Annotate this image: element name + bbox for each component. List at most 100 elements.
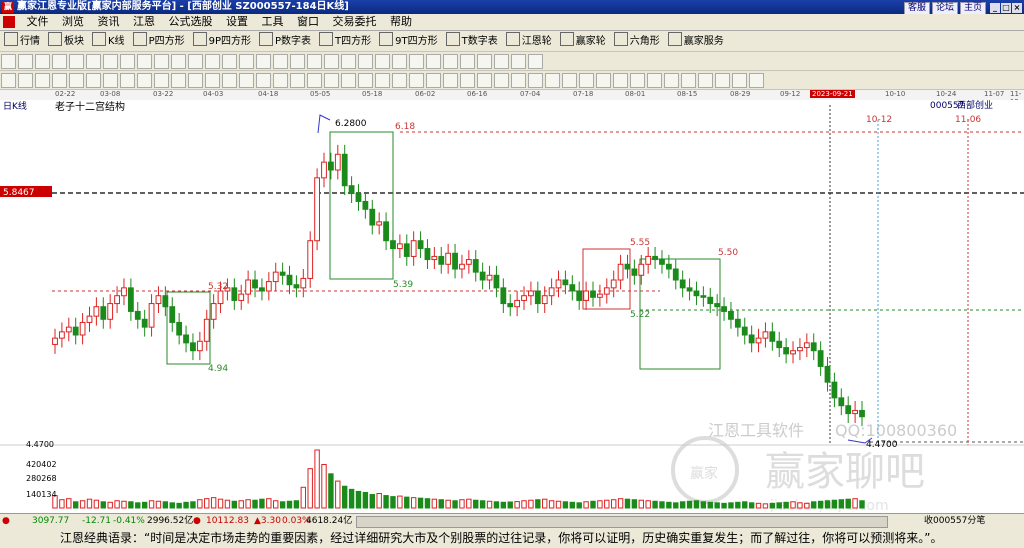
tool-icon[interactable]	[562, 73, 577, 88]
menu-help[interactable]: 帮助	[385, 14, 417, 30]
tool-icon[interactable]	[154, 73, 169, 88]
kline-chart[interactable]: 赢家赢家聊吧江恩工具软件QQ:100800360jiaoba.yinjie.co…	[0, 100, 1024, 512]
tool-icon[interactable]	[732, 73, 747, 88]
tool-icon[interactable]	[35, 54, 50, 69]
tool-icon[interactable]	[52, 54, 67, 69]
menu-trade[interactable]: 交易委托	[328, 14, 382, 30]
tool-icon[interactable]	[341, 73, 356, 88]
tool-icon[interactable]	[137, 54, 152, 69]
toolbar-btn-0[interactable]: 行情	[0, 32, 44, 52]
toolbar-btn-9[interactable]: 江恩轮	[502, 32, 556, 52]
tool-icon[interactable]	[613, 73, 628, 88]
menu-browse[interactable]: 浏览	[57, 14, 89, 30]
tool-icon[interactable]	[511, 73, 526, 88]
menu-file[interactable]: 文件	[22, 14, 54, 30]
tool-icon[interactable]	[341, 54, 356, 69]
scroll-track[interactable]	[356, 516, 888, 528]
tool-icon[interactable]	[477, 54, 492, 69]
tool-icon[interactable]	[86, 73, 101, 88]
tool-icon[interactable]	[137, 73, 152, 88]
toolbar-btn-11[interactable]: 六角形	[610, 32, 664, 52]
tool-icon[interactable]	[273, 54, 288, 69]
tool-icon[interactable]	[647, 73, 662, 88]
tool-icon[interactable]	[103, 54, 118, 69]
tool-icon[interactable]	[511, 54, 526, 69]
tool-icon[interactable]	[392, 54, 407, 69]
tool-icon[interactable]	[596, 73, 611, 88]
tick-detail[interactable]: 收000557分笔	[924, 514, 985, 528]
tool-icon[interactable]	[273, 73, 288, 88]
minimize-button[interactable]: _	[990, 3, 1000, 13]
tool-icon[interactable]	[630, 73, 645, 88]
tool-icon[interactable]	[18, 54, 33, 69]
tool-icon[interactable]	[205, 73, 220, 88]
tool-icon[interactable]	[290, 73, 305, 88]
toolbar-btn-7[interactable]: 9T四方形	[375, 32, 441, 52]
tool-icon[interactable]	[426, 54, 441, 69]
tool-icon[interactable]	[375, 54, 390, 69]
menu-app-icon[interactable]	[3, 16, 15, 28]
toolbar-btn-5[interactable]: P数字表	[255, 32, 315, 52]
tool-icon[interactable]	[239, 73, 254, 88]
tool-icon[interactable]	[239, 54, 254, 69]
tool-icon[interactable]	[715, 73, 730, 88]
tool-icon[interactable]	[392, 73, 407, 88]
tool-icon[interactable]	[18, 73, 33, 88]
tool-icon[interactable]	[188, 73, 203, 88]
menu-formula[interactable]: 公式选股	[164, 14, 218, 30]
tool-icon[interactable]	[188, 54, 203, 69]
tool-icon[interactable]	[443, 73, 458, 88]
toolbar-btn-12[interactable]: 赢家服务	[664, 32, 728, 52]
tool-icon[interactable]	[579, 73, 594, 88]
tool-icon[interactable]	[86, 54, 101, 69]
tool-icon[interactable]	[222, 73, 237, 88]
tool-icon[interactable]	[154, 54, 169, 69]
tool-icon[interactable]	[307, 73, 322, 88]
tool-icon[interactable]	[698, 73, 713, 88]
tool-icon[interactable]	[1, 54, 16, 69]
menu-window[interactable]: 窗口	[292, 14, 324, 30]
tool-icon[interactable]	[120, 54, 135, 69]
tool-icon[interactable]	[460, 73, 475, 88]
toolbar-btn-1[interactable]: 板块	[44, 32, 88, 52]
close-button[interactable]: ×	[1012, 3, 1022, 13]
tool-icon[interactable]	[545, 73, 560, 88]
tool-icon[interactable]	[35, 73, 50, 88]
tool-icon[interactable]	[494, 54, 509, 69]
tool-icon[interactable]	[103, 73, 118, 88]
tool-icon[interactable]	[120, 73, 135, 88]
tool-icon[interactable]	[358, 54, 373, 69]
menu-news[interactable]: 资讯	[93, 14, 125, 30]
tool-icon[interactable]	[256, 73, 271, 88]
menu-settings[interactable]: 设置	[221, 14, 253, 30]
tool-icon[interactable]	[426, 73, 441, 88]
tool-icon[interactable]	[664, 73, 679, 88]
tool-icon[interactable]	[256, 54, 271, 69]
tool-icon[interactable]	[409, 54, 424, 69]
tool-icon[interactable]	[409, 73, 424, 88]
toolbar-btn-10[interactable]: 赢家轮	[556, 32, 610, 52]
tool-icon[interactable]	[69, 73, 84, 88]
toolbar-btn-3[interactable]: P四方形	[129, 32, 189, 52]
tool-icon[interactable]	[171, 54, 186, 69]
tool-icon[interactable]	[1, 73, 16, 88]
tool-icon[interactable]	[69, 54, 84, 69]
toolbar-btn-6[interactable]: T四方形	[315, 32, 375, 52]
tool-icon[interactable]	[494, 73, 509, 88]
tool-icon[interactable]	[443, 54, 458, 69]
menu-tools[interactable]: 工具	[257, 14, 289, 30]
menu-gann[interactable]: 江恩	[128, 14, 160, 30]
maximize-button[interactable]: □	[1001, 3, 1011, 13]
tool-icon[interactable]	[307, 54, 322, 69]
tool-icon[interactable]	[528, 54, 543, 69]
toolbar-btn-2[interactable]: K线	[88, 32, 129, 52]
tool-icon[interactable]	[290, 54, 305, 69]
tool-icon[interactable]	[375, 73, 390, 88]
toolbar-btn-8[interactable]: T数字表	[442, 32, 502, 52]
tool-icon[interactable]	[171, 73, 186, 88]
tool-icon[interactable]	[749, 73, 764, 88]
tool-icon[interactable]	[460, 54, 475, 69]
tool-icon[interactable]	[358, 73, 373, 88]
tool-icon[interactable]	[324, 73, 339, 88]
tool-icon[interactable]	[324, 54, 339, 69]
